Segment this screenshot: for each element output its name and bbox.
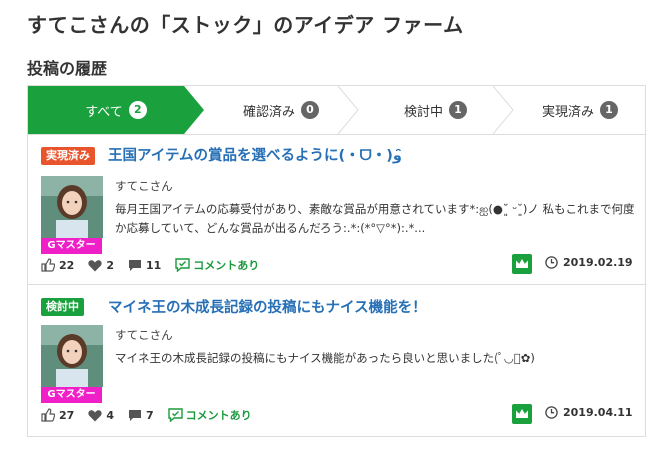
post-date-value: 2019.02.19 xyxy=(563,256,633,269)
like-count-value: 27 xyxy=(59,408,75,422)
tab-all-count: 2 xyxy=(128,101,147,119)
post-date: 2019.04.11 xyxy=(545,406,633,419)
comment-exists-text: コメントあり xyxy=(193,259,260,272)
thumbs-up-icon xyxy=(41,408,55,422)
author-name[interactable]: すてこさん xyxy=(115,327,173,343)
crown-icon xyxy=(512,254,532,274)
comment-exists-label: コメントあり xyxy=(175,257,259,273)
heart-count[interactable]: 2 xyxy=(88,259,114,272)
page-title: すてこさんの「ストック」のアイデア ファーム xyxy=(27,13,464,37)
post-stats: 27 4 7 コメントあり xyxy=(41,406,252,424)
rank-badge: Gマスター xyxy=(41,238,102,254)
heart-count-value: 4 xyxy=(106,408,114,422)
comment-exists-icon xyxy=(175,258,190,272)
post-history-panel: すべて 2 確認済み 0 検討中 1 実現済み 1 実現済み 王国アイテムの賞品… xyxy=(27,85,646,437)
status-tabs: すべて 2 確認済み 0 検討中 1 実現済み 1 xyxy=(28,86,645,135)
tab-considering-label: 検討中 xyxy=(403,104,443,120)
comment-count-value: 11 xyxy=(145,258,162,272)
comment-count[interactable]: 7 xyxy=(128,409,154,422)
comment-exists-text: コメントあり xyxy=(185,409,252,422)
crown-icon xyxy=(512,404,532,424)
comment-exists-icon xyxy=(167,408,183,422)
tab-considering[interactable]: 検討中 1 xyxy=(358,86,513,134)
comment-count-value: 7 xyxy=(145,408,154,422)
post-date: 2019.02.19 xyxy=(545,256,633,269)
tab-confirmed[interactable]: 確認済み 0 xyxy=(204,86,358,134)
clock-icon xyxy=(545,406,558,419)
like-count-value: 22 xyxy=(59,258,75,272)
post-item: 実現済み 王国アイテムの賞品を選べるように(・ᗜ・)و ̑̑ Gマスター すてこ… xyxy=(28,134,645,285)
rank-badge: Gマスター xyxy=(41,387,102,403)
tab-confirmed-count: 0 xyxy=(301,101,319,119)
post-excerpt: マイネ王の木成長記録の投稿にもナイス機能があったら良いと思いました(ﾟ◡ﾟ✿) xyxy=(115,351,535,365)
heart-icon xyxy=(88,259,102,271)
post-item: 検討中 マイネ王の木成長記録の投稿にもナイス機能を！ Gマスター すてこさん マ… xyxy=(28,285,645,437)
heart-icon xyxy=(88,409,102,421)
tab-realized-label: 実現済み xyxy=(541,104,594,120)
tab-considering-count: 1 xyxy=(449,101,467,119)
post-date-value: 2019.04.11 xyxy=(563,406,633,419)
comment-count[interactable]: 11 xyxy=(128,259,161,272)
clock-icon xyxy=(545,256,558,269)
author-name[interactable]: すてこさん xyxy=(115,178,173,194)
tab-realized[interactable]: 実現済み 1 xyxy=(513,86,647,134)
page: すてこさんの「ストック」のアイデア ファーム 投稿の履歴 すべて 2 確認済み … xyxy=(0,0,658,458)
tab-all[interactable]: すべて 2 xyxy=(28,86,204,134)
section-title: 投稿の履歴 xyxy=(27,59,108,78)
post-title-link[interactable]: 王国アイテムの賞品を選べるように(・ᗜ・)و ̑̑ xyxy=(108,144,407,165)
post-title-link[interactable]: マイネ王の木成長記録の投稿にもナイス機能を！ xyxy=(108,296,427,317)
tab-realized-count: 1 xyxy=(600,101,618,119)
heart-count-value: 2 xyxy=(106,258,114,272)
heart-count[interactable]: 4 xyxy=(88,409,114,422)
thumbs-up-icon xyxy=(41,258,55,272)
status-badge: 検討中 xyxy=(41,298,84,316)
tab-all-label: すべて xyxy=(85,104,123,120)
status-badge: 実現済み xyxy=(41,147,95,165)
comment-icon xyxy=(128,259,141,271)
post-stats: 22 2 11 コメントあり xyxy=(41,256,259,274)
like-count[interactable]: 22 xyxy=(41,258,74,272)
post-excerpt: 毎月王国アイテムの応募受付があり、素敵な賞品が用意されています*:ஐ(●˘͈ ᵕ… xyxy=(115,202,635,235)
tab-confirmed-label: 確認済み xyxy=(242,104,295,120)
avatar[interactable] xyxy=(41,325,103,387)
avatar[interactable] xyxy=(41,176,103,238)
comment-exists-label: コメントあり xyxy=(167,407,252,423)
like-count[interactable]: 27 xyxy=(41,408,74,422)
comment-icon xyxy=(128,409,141,421)
